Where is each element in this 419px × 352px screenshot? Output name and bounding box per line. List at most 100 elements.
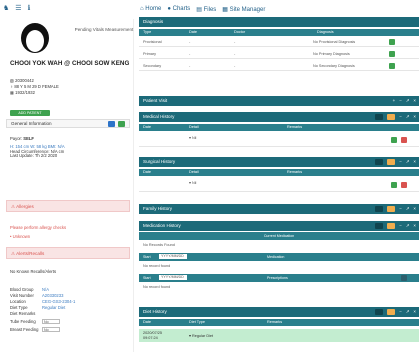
collapse-icon[interactable]: − [399,159,402,165]
panel-toolbar: − ↗ × [375,206,416,212]
collapse-icon[interactable]: − [399,206,402,212]
diagnosis-row-provisional: Provisional - - No Provisional Diagnosis [139,37,419,47]
no-alerts-text: No Known Recalls/Alerts [10,269,57,274]
diet-history-header: Diet History − ↗ × [139,307,419,317]
edit-diagnosis-button[interactable] [389,63,395,69]
patient-panel: Pending Vitals Measurement CHOOI YOK WAH… [0,19,134,352]
view-button[interactable] [375,223,384,229]
no-records-found-text: No Records Found [143,243,175,247]
add-icon[interactable]: + [393,98,396,104]
add-button[interactable] [387,159,396,165]
gender-icon: ♀ [10,84,14,89]
add-button[interactable] [387,206,396,212]
collapse-icon[interactable]: − [399,223,402,229]
prescriptions-filter-bar: Start YYYY/MM/DD Prescriptions [139,274,419,282]
panel-toolbar: − ↗ × [375,309,416,315]
collapse-icon[interactable]: − [399,309,402,315]
avatar [21,23,49,53]
view-button[interactable] [375,206,384,212]
nav-files[interactable]: ▤ Files [196,6,216,13]
pending-vitals-text: Pending Vitals Measurement [74,27,134,32]
family-history-header: Family History − ↗ × [139,204,419,214]
close-icon[interactable]: × [413,98,416,104]
save-button[interactable] [391,182,397,188]
add-button[interactable] [387,223,396,229]
files-icon: ▤ [196,7,202,13]
calendar-icon: ▦ [10,90,14,95]
panel-toolbar: + − ↗ × [393,98,416,104]
collapse-icon[interactable]: − [399,114,402,120]
patient-meta: ▧ 20300442 ♀ 88 Y 5 M 29 D FEMALE ▦ 1932… [10,78,59,95]
clinical-panels: Diagnosis Type Date Doctor Diagnosis Pro… [139,17,419,352]
top-left-toolbar: ♞ ☰ ℹ [3,4,30,12]
save-button[interactable] [391,137,397,143]
diagnosis-row-primary: Primary - - No Primary Diagnosis [139,49,419,59]
diagnosis-header: Diagnosis [139,17,419,27]
info-icon[interactable]: ℹ [28,4,31,12]
tube-feeding-select[interactable]: No [42,319,60,324]
prescription-start-date-input[interactable]: YYYY/MM/DD [159,275,187,280]
menu-icon[interactable]: ☰ [15,4,21,12]
delete-button[interactable] [401,137,407,143]
id-icon: ▧ [10,78,14,83]
collapse-icon[interactable]: − [399,98,402,104]
medication-history-header: Medication History − ↗ × [139,221,419,231]
expand-icon[interactable]: ↗ [406,206,410,212]
close-icon[interactable]: × [413,114,416,120]
info-button[interactable] [108,121,115,127]
no-prescription-record-text: No record found [143,285,171,289]
view-button[interactable] [375,114,384,120]
close-icon[interactable]: × [413,159,416,165]
warning-icon: ⚠ [11,251,16,256]
close-icon[interactable]: × [413,223,416,229]
add-button[interactable] [387,114,396,120]
no-medication-record-text: No record found [143,264,171,268]
medical-history-header: Medical History − ↗ × [139,112,419,122]
delete-button[interactable] [401,182,407,188]
person-icon[interactable]: ♞ [3,4,9,12]
start-date-input[interactable]: YYYY/MM/DD [159,254,187,259]
close-icon[interactable]: × [413,206,416,212]
top-nav: ⌂ Home ● Charts ▤ Files ▦ Site Manager [140,6,265,13]
surgical-history-row: ▾ Nil [139,178,419,192]
medical-history-row: ▾ Nil [139,133,419,147]
allergy-block: Please perform allergy checks • Unknown [10,225,67,239]
general-info-body: Payor: SELF H: 154 cm W: 58 kg BMI: N/A … [10,136,65,159]
medication-filter-bar: Start YYYY/MM/DD Medication [139,253,419,261]
diagnosis-table-header: Type Date Doctor Diagnosis [139,29,419,36]
nav-charts[interactable]: ● Charts [167,6,190,13]
view-button[interactable] [375,309,384,315]
add-button[interactable] [387,309,396,315]
close-icon[interactable]: × [413,309,416,315]
patient-visit-header: Patient Visit + − ↗ × [139,96,419,106]
chart-icon: ● [167,6,171,12]
home-icon: ⌂ [140,6,144,12]
expand-icon[interactable]: ↗ [406,309,410,315]
expand-icon[interactable]: ↗ [406,114,410,120]
surgical-history-header: Surgical History − ↗ × [139,157,419,167]
patient-name: CHOOI YOK WAH @ CHOOI SOW KENG [10,60,130,67]
breast-feeding-select[interactable]: No [42,327,60,332]
prescription-filter-button[interactable] [401,275,407,281]
nav-site-manager[interactable]: ▦ Site Manager [222,6,265,13]
alerts-header: ⚠ Alerts/Recalls [6,247,130,259]
add-patient-button[interactable]: ADD PATIENT [10,110,50,116]
warning-icon: ⚠ [11,204,16,209]
panel-toolbar: − ↗ × [375,223,416,229]
medical-history-table-header: Date Detail Remarks [139,124,419,131]
expand-icon[interactable]: ↗ [406,98,410,104]
diet-history-row[interactable]: 2020/07/25 09:07:24 ▾ Regular Diet [139,329,419,342]
expand-icon[interactable]: ↗ [406,223,410,229]
edit-diagnosis-button[interactable] [389,51,395,57]
patient-details: Blood Group N/A Visit Number A20330233 Loc… [10,287,76,332]
edit-button[interactable] [118,121,125,127]
panel-toolbar: − ↗ × [375,114,416,120]
nav-home[interactable]: ⌂ Home [140,6,161,13]
expand-icon[interactable]: ↗ [406,159,410,165]
view-button[interactable] [375,159,384,165]
general-info-header: General Information [6,119,130,128]
edit-diagnosis-button[interactable] [389,39,395,45]
surgical-history-table-header: Date Detail Remarks [139,169,419,176]
diet-history-table-header: Date Diet Type Remarks [139,319,419,326]
diagnosis-row-secondary: Secondary - - No Secondary Diagnosis [139,61,419,71]
